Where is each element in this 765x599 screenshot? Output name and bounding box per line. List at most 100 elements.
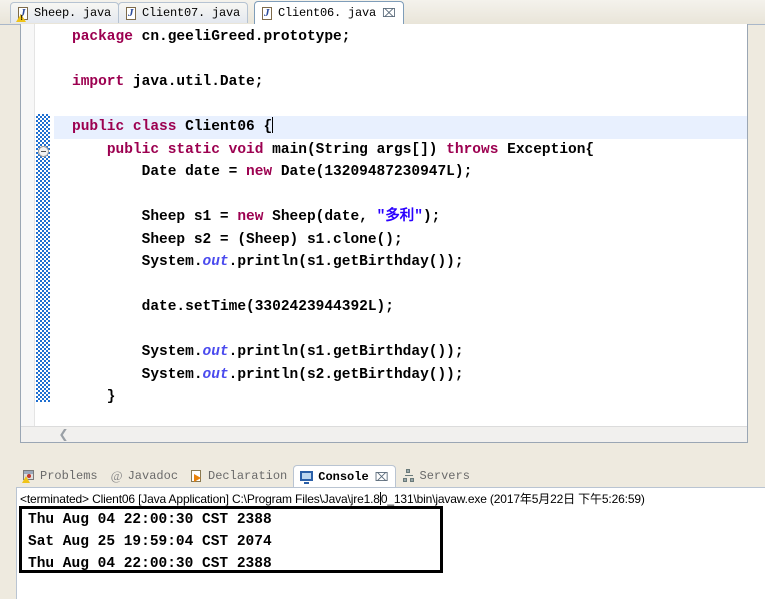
view-tab-console[interactable]: Console ⌧ [293,465,396,487]
code-line[interactable]: public static void main(String args[]) t… [54,139,747,162]
code-token: "多利" [376,209,423,225]
code-token: package [72,29,133,45]
view-tab-label: Declaration [208,469,288,483]
code-token: class [132,119,177,135]
java-source-editor[interactable]: package cn.geeliGreed.prototype; import … [20,24,748,443]
code-line[interactable]: } [54,386,747,409]
editor-tab-label: Client06. java [278,6,377,20]
eclipse-workbench-window: J! Sheep. java J Client07. java J Client06. j… [0,0,765,599]
problems-icon [22,469,36,483]
console-output-text: Thu Aug 04 22:00:30 CST 2388 Sat Aug 25 1… [28,509,272,575]
view-tab-row: Problems @ Javadoc Declaration Console ⌧ Serve… [16,465,476,487]
console-launch-description: <terminated> Client06 [Java Application]… [20,490,645,507]
editor-tab-close-icon[interactable]: ⌧ [382,7,396,19]
code-token: new [246,164,273,180]
code-token: main(String args[]) [263,141,447,158]
code-token: Client06 { [176,119,273,135]
bottom-view-stack: Problems @ Javadoc Declaration Console ⌧ Serve… [0,462,765,599]
code-line[interactable]: System.out.println(s1.getBirthday()); [54,341,747,364]
code-token: import [72,74,125,90]
code-line[interactable] [54,94,747,117]
code-token: new [237,209,264,225]
code-token: java.util.Date; [124,74,264,90]
launch-description-suffix: 0_131\bin\javaw.exe (2017年5月22日 下午5:26:5… [380,492,645,506]
code-token: public [106,141,160,158]
code-token: Date(13209487230947L); [272,164,473,180]
code-token: .println(s1.getBirthday()); [228,254,464,270]
editor-annotation-gutter[interactable] [21,24,35,442]
console-output-line: Thu Aug 04 22:00:30 CST 2388 [28,512,272,528]
view-tab-label: Problems [40,469,98,483]
view-tab-label: Console [318,469,369,484]
java-file-icon: J [261,6,274,21]
view-tab-label: Servers [419,469,470,483]
code-line[interactable] [54,184,747,207]
view-tab-problems[interactable]: Problems [16,465,104,487]
editor-tab-label: Sheep. java [34,6,112,20]
code-line[interactable]: import java.util.Date; [54,71,747,94]
code-line[interactable]: System.out.println(s2.getBirthday()); [54,364,747,387]
editor-tab-label: Client07. java [142,6,241,20]
editor-stack: J! Sheep. java J Client07. java J Client06. j… [0,0,765,459]
view-tab-close-icon[interactable]: ⌧ [375,470,389,484]
code-line[interactable]: public class Client06 { [54,116,747,139]
view-tab-declaration[interactable]: Declaration [184,465,293,487]
view-tab-javadoc[interactable]: @ Javadoc [104,465,184,487]
code-token: throws [446,141,499,158]
servers-icon [402,469,416,483]
code-line[interactable] [54,49,747,72]
declaration-icon [190,469,204,483]
code-line[interactable] [54,409,747,427]
code-token: out [202,344,229,360]
code-line[interactable]: package cn.geeliGreed.prototype; [54,26,747,49]
view-tab-servers[interactable]: Servers [396,465,476,487]
code-text-area[interactable]: package cn.geeliGreed.prototype; import … [54,24,747,426]
code-token: System. [72,366,203,383]
code-token: Sheep s2 = (Sheep) s1.clone(); [72,231,403,248]
console-output-line: Thu Aug 04 22:00:30 CST 2388 [28,556,272,572]
code-token: System. [72,344,203,360]
code-line[interactable]: System.out.println(s1.getBirthday()); [54,251,747,274]
code-line[interactable] [54,274,747,297]
code-line[interactable]: Sheep s2 = (Sheep) s1.clone(); [54,229,747,252]
code-token: System. [72,254,203,270]
code-token: } [72,389,116,405]
code-line[interactable] [54,319,747,342]
console-output-highlight-box: Thu Aug 04 22:00:30 CST 2388 Sat Aug 25 1… [19,506,443,573]
code-token: .println(s2.getBirthday()); [228,366,464,383]
code-token: Sheep s1 = [72,209,238,225]
code-token: Exception{ [498,141,595,158]
console-output-line: Sat Aug 25 19:59:04 CST 2074 [28,534,272,550]
java-file-warning-icon: J! [16,6,30,22]
fold-region-indicator [36,114,50,402]
view-tab-label: Javadoc [127,469,179,483]
code-token: public [72,119,125,135]
code-token: cn.geeliGreed.prototype; [132,29,351,45]
code-line[interactable]: Date date = new Date(13209487230947L); [54,161,747,184]
code-token: Sheep(date, [263,209,377,225]
console-view[interactable]: <terminated> Client06 [Java Application]… [16,487,765,599]
editor-tab-sheepjava[interactable]: J! Sheep. java [10,2,120,23]
java-file-icon: J [125,6,138,21]
editor-tab-client07java[interactable]: J Client07. java [118,2,249,23]
code-line[interactable]: date.setTime(3302423944392L); [54,296,747,319]
editor-folding-gutter[interactable] [36,24,54,442]
javadoc-icon: @ [110,468,123,483]
code-token: .println(s1.getBirthday()); [228,344,464,360]
console-icon [300,470,314,484]
code-token: out [202,254,229,270]
editor-tab-client06java[interactable]: J Client06. java ⌧ [254,1,404,24]
fold-collapse-icon[interactable] [38,146,49,157]
editor-tab-row: J! Sheep. java J Client07. java J Client06. j… [0,0,765,25]
scroll-left-arrow-icon[interactable]: ❮ [57,428,70,441]
code-token: void [228,141,264,158]
code-line[interactable]: Sheep s1 = new Sheep(date, "多利"); [54,206,747,229]
code-token: Date date = [72,164,247,180]
launch-description-prefix: <terminated> Client06 [Java Application]… [20,492,380,506]
code-token: ); [422,209,441,225]
editor-horizontal-scrollbar[interactable]: ❮ [21,426,747,442]
code-token: out [202,366,229,383]
